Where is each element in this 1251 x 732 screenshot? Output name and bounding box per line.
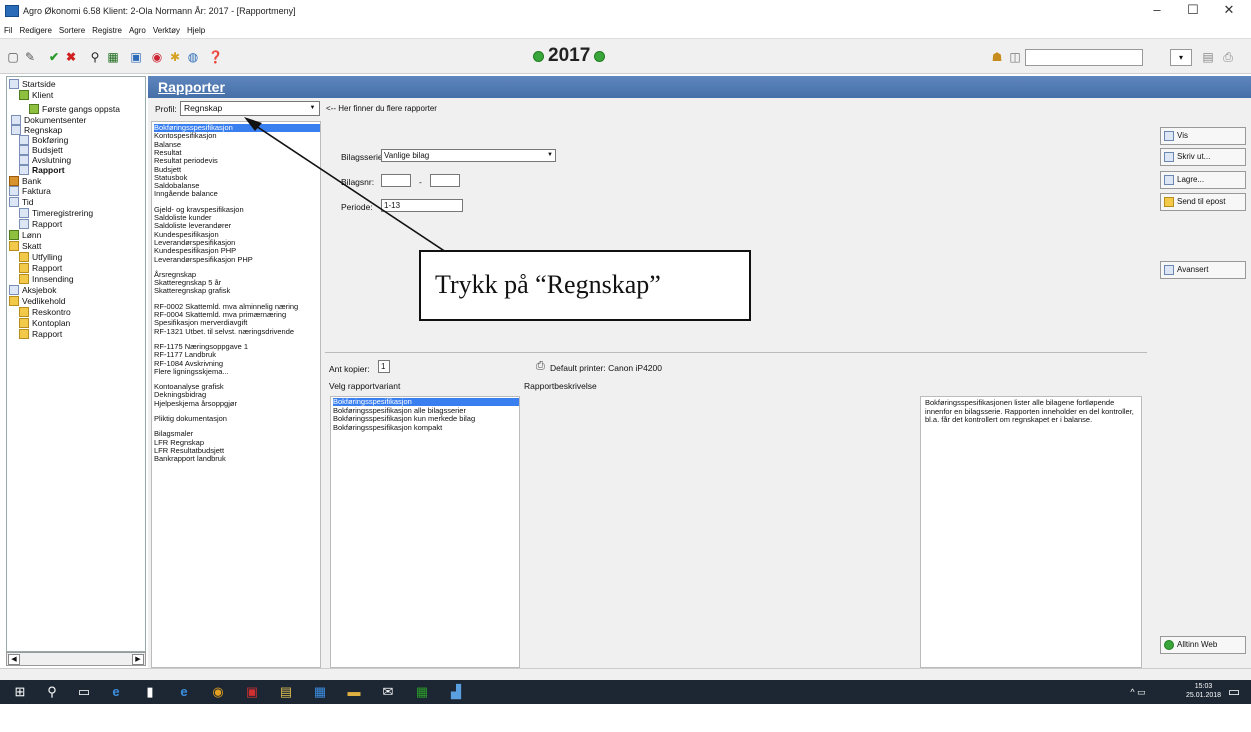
edge-icon[interactable]: e <box>108 684 124 700</box>
variant-item[interactable]: Bokføringsspesifikasjon kun merkede bila… <box>333 415 475 423</box>
ie-icon[interactable]: e <box>176 684 192 700</box>
vis-button-label: Vis <box>1177 131 1188 140</box>
app-icon[interactable]: ▣ <box>244 684 260 700</box>
altinn-web-button[interactable]: Alltinn Web <box>1160 636 1246 654</box>
description-text: Bokføringsspesifikasjonen lister alle bi… <box>925 398 1134 424</box>
avansert-button-label: Avansert <box>1177 265 1209 274</box>
variant-list[interactable]: Bokføringsspesifikasjon Bokføringsspesifi… <box>330 396 520 668</box>
clock-date: 25.01.2018 <box>1186 692 1222 699</box>
callout-text: Trykk på “Regnskap” <box>435 270 661 299</box>
vis-button[interactable]: Vis <box>1160 127 1246 145</box>
rapportbeskrivelse-label: Rapportbeskrivelse <box>524 381 597 391</box>
variant-item[interactable]: Bokføringsspesifikasjon kompakt <box>333 423 442 432</box>
windows-start-icon[interactable]: ⊞ <box>12 684 28 700</box>
excel-icon[interactable]: ▦ <box>414 684 430 700</box>
chrome-icon[interactable]: ◉ <box>210 684 226 700</box>
globe-icon <box>1164 640 1174 650</box>
preview-icon <box>1164 131 1174 141</box>
wand-icon <box>1164 265 1174 275</box>
notification-icon[interactable]: ▭ <box>1226 684 1242 700</box>
skriv-ut-button-label: Skriv ut... <box>1177 152 1211 161</box>
envelope-icon <box>1164 197 1174 207</box>
instruction-callout: Trykk på “Regnskap” <box>419 250 751 321</box>
status-bar <box>0 668 1251 680</box>
store-icon[interactable]: ▤ <box>278 684 294 700</box>
save-icon <box>1164 175 1174 185</box>
lagre-button[interactable]: Lagre... <box>1160 171 1246 189</box>
antall-kopier-input[interactable]: 1 <box>378 360 390 373</box>
search-icon[interactable]: ⚲ <box>44 684 60 700</box>
folder-icon[interactable]: ▬ <box>346 684 362 700</box>
printer-label: Default printer: Canon iP4200 <box>550 363 662 373</box>
antall-kopier-label: Ant kopier: <box>329 364 370 374</box>
task-view-icon[interactable]: ▭ <box>76 684 92 700</box>
clock-time: 15:03 <box>1194 683 1213 690</box>
clock[interactable]: 15:03 25.01.2018 <box>1186 682 1221 700</box>
altinn-web-button-label: Alltinn Web <box>1177 640 1218 649</box>
word-icon[interactable]: ▦ <box>312 684 328 700</box>
mail-icon[interactable]: ✉ <box>380 684 396 700</box>
agro-icon[interactable]: ▟ <box>448 684 464 700</box>
printer-icon[interactable]: ⎙ <box>536 360 545 373</box>
skriv-ut-button[interactable]: Skriv ut... <box>1160 148 1246 166</box>
variant-item[interactable]: Bokføringsspesifikasjon <box>333 398 519 406</box>
rapportvariant-label: Velg rapportvariant <box>329 381 401 391</box>
tray-icons[interactable]: ^ ▭ ◁ ⚐ <box>1130 684 1146 729</box>
antall-kopier-value: 1 <box>381 362 386 371</box>
send-epost-button[interactable]: Send til epost <box>1160 193 1246 211</box>
lagre-button-label: Lagre... <box>1177 175 1205 184</box>
description-box: Bokføringsspesifikasjonen lister alle bi… <box>920 396 1142 668</box>
file-icon[interactable]: ▮ <box>142 684 158 700</box>
taskbar: ⊞ ⚲ ▭ e ▮ e ◉ ▣ ▤ ▦ ▬ ✉ ▦ ▟ ^ ▭ ◁ ⚐ 15:0… <box>0 680 1251 729</box>
send-epost-button-label: Send til epost <box>1177 197 1226 206</box>
print-icon <box>1164 152 1174 162</box>
avansert-button[interactable]: Avansert <box>1160 261 1246 279</box>
